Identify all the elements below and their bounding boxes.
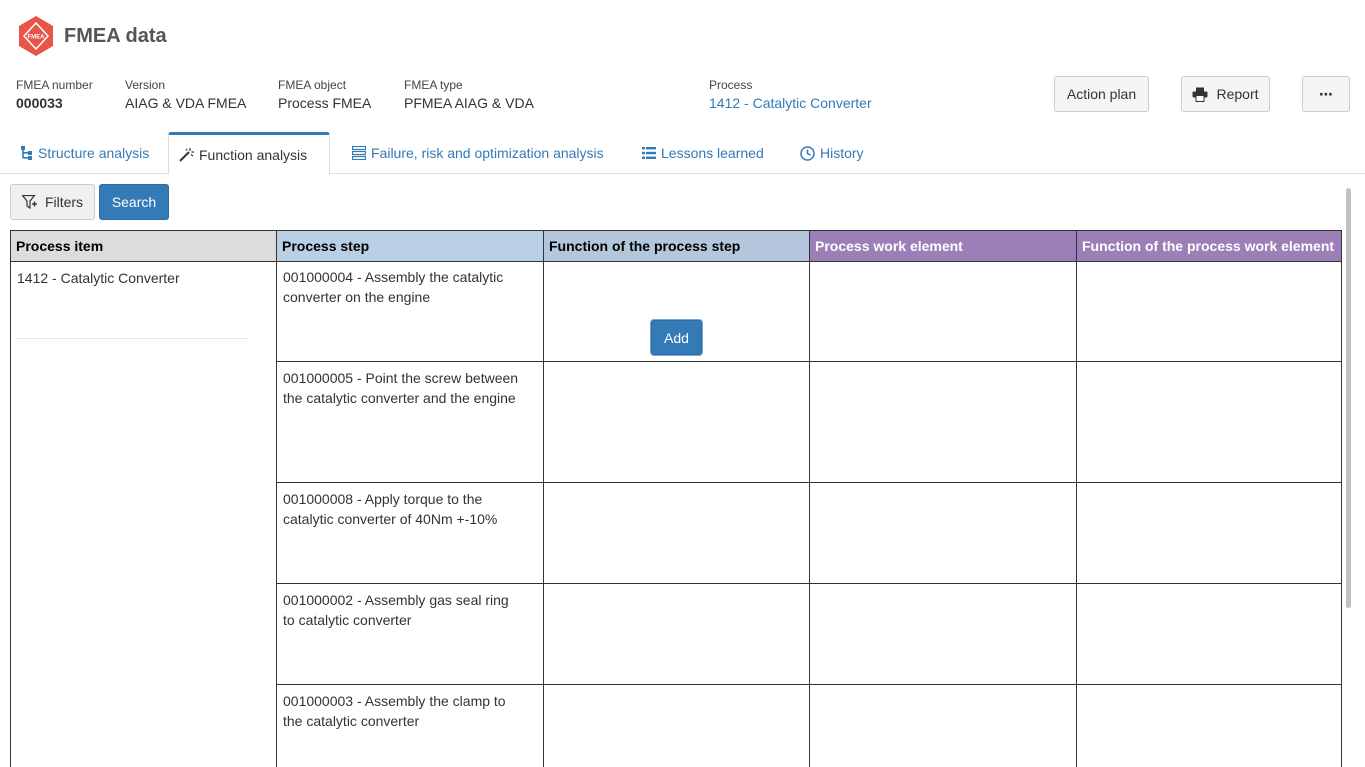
list-icon bbox=[642, 147, 656, 159]
table-row: 001000003 - Assembly the clamp to the ca… bbox=[276, 685, 1342, 767]
printer-icon bbox=[1192, 87, 1208, 102]
fmea-object-value: Process FMEA bbox=[278, 95, 372, 111]
header-process-step: Process step bbox=[276, 230, 544, 262]
filters-label: Filters bbox=[44, 194, 84, 210]
process-work-element-cell[interactable] bbox=[809, 685, 1076, 767]
version-label: Version bbox=[125, 78, 166, 92]
more-options-button[interactable]: ⋯ bbox=[1302, 76, 1350, 112]
process-work-element-cell[interactable] bbox=[809, 362, 1076, 482]
process-field: Process 1412 - Catalytic Converter bbox=[709, 78, 872, 112]
process-step-text: 001000003 - Assembly the clamp to the ca… bbox=[283, 693, 506, 729]
function-process-work-element-cell[interactable] bbox=[1076, 685, 1342, 767]
filters-button[interactable]: Filters bbox=[10, 184, 95, 220]
fmea-type-label: FMEA type bbox=[404, 78, 463, 92]
table-row: 001000008 - Apply torque to the catalyti… bbox=[276, 483, 1342, 584]
tab-label: Structure analysis bbox=[38, 145, 150, 161]
process-step-cell[interactable]: 001000004 - Assembly the catalytic conve… bbox=[276, 261, 543, 361]
function-process-work-element-cell[interactable] bbox=[1076, 584, 1342, 684]
process-step-cell[interactable]: 001000008 - Apply torque to the catalyti… bbox=[276, 483, 543, 583]
version-field: Version AIAG & VDA FMEA bbox=[125, 78, 246, 112]
function-process-work-element-cell[interactable] bbox=[1076, 483, 1342, 583]
tab-structure-analysis[interactable]: Structure analysis bbox=[10, 132, 159, 174]
function-process-step-cell[interactable] bbox=[543, 584, 810, 684]
filter-icon bbox=[21, 195, 37, 209]
table-row: 001000005 - Point the screw between the … bbox=[276, 362, 1342, 483]
page-title: FMEA data bbox=[64, 24, 167, 47]
list-grid-icon bbox=[352, 146, 366, 160]
function-process-work-element-cell[interactable] bbox=[1076, 362, 1342, 482]
header-function-process-step: Function of the process step bbox=[543, 230, 810, 262]
fmea-logo-icon: FMEA bbox=[16, 15, 56, 57]
process-step-text: 001000002 - Assembly gas seal ring to ca… bbox=[283, 592, 509, 628]
tab-label: Failure, risk and optimization analysis bbox=[371, 145, 604, 161]
structure-icon bbox=[20, 146, 33, 160]
function-analysis-grid: Process item Process step Function of th… bbox=[10, 230, 1342, 767]
fmea-number-field: FMEA number 000033 bbox=[16, 78, 93, 112]
logo-text: FMEA bbox=[28, 35, 46, 41]
fmea-type-value: PFMEA AIAG & VDA bbox=[404, 95, 534, 111]
fmea-number-value: 000033 bbox=[16, 95, 63, 111]
app-header: FMEA FMEA data bbox=[16, 15, 167, 57]
process-item-cell[interactable]: 1412 - Catalytic Converter bbox=[17, 270, 180, 286]
tab-failure-risk-optimization[interactable]: Failure, risk and optimization analysis bbox=[342, 132, 614, 174]
process-step-text: 001000008 - Apply torque to the catalyti… bbox=[283, 491, 498, 527]
function-process-work-element-cell[interactable] bbox=[1076, 261, 1342, 361]
tab-function-analysis[interactable]: Function analysis bbox=[168, 132, 330, 175]
tab-label: Function analysis bbox=[199, 146, 308, 163]
action-plan-button[interactable]: Action plan bbox=[1054, 76, 1149, 112]
add-function-button[interactable]: Add bbox=[651, 320, 702, 355]
process-item-column: 1412 - Catalytic Converter bbox=[10, 261, 277, 767]
process-step-cell[interactable]: 001000003 - Assembly the clamp to the ca… bbox=[276, 685, 543, 767]
process-step-text: 001000005 - Point the screw between the … bbox=[283, 370, 519, 406]
fmea-type-field: FMEA type PFMEA AIAG & VDA bbox=[404, 78, 534, 112]
table-row: 001000004 - Assembly the catalytic conve… bbox=[276, 261, 1342, 362]
header-function-process-work-element: Function of the process work element bbox=[1076, 230, 1342, 262]
vertical-scrollbar[interactable] bbox=[1346, 188, 1351, 608]
function-process-step-cell[interactable]: Add bbox=[543, 261, 810, 361]
process-work-element-cell[interactable] bbox=[809, 483, 1076, 583]
process-link[interactable]: 1412 - Catalytic Converter bbox=[709, 94, 872, 112]
fmea-object-label: FMEA object bbox=[278, 78, 347, 92]
wand-icon bbox=[179, 147, 194, 162]
process-label: Process bbox=[709, 78, 753, 92]
tab-label: Lessons learned bbox=[661, 145, 764, 161]
tab-lessons-learned[interactable]: Lessons learned bbox=[632, 132, 774, 174]
process-work-element-cell[interactable] bbox=[809, 261, 1076, 361]
clock-icon bbox=[800, 145, 815, 161]
process-step-text: 001000004 - Assembly the catalytic conve… bbox=[283, 269, 504, 305]
report-button[interactable]: Report bbox=[1181, 76, 1270, 112]
process-step-cell[interactable]: 001000002 - Assembly gas seal ring to ca… bbox=[276, 584, 543, 684]
report-label: Report bbox=[1216, 86, 1259, 102]
function-process-step-cell[interactable] bbox=[543, 483, 810, 583]
version-value: AIAG & VDA FMEA bbox=[125, 95, 247, 111]
divider bbox=[17, 338, 247, 339]
process-work-element-cell[interactable] bbox=[809, 584, 1076, 684]
tab-label: History bbox=[820, 145, 864, 161]
fmea-object-field: FMEA object Process FMEA bbox=[278, 78, 371, 112]
header-process-item: Process item bbox=[10, 230, 277, 262]
process-step-cell[interactable]: 001000005 - Point the screw between the … bbox=[276, 362, 543, 482]
search-button[interactable]: Search bbox=[99, 184, 169, 220]
function-process-step-cell[interactable] bbox=[543, 685, 810, 767]
function-process-step-cell[interactable] bbox=[543, 362, 810, 482]
table-row: 001000002 - Assembly gas seal ring to ca… bbox=[276, 584, 1342, 685]
fmea-number-label: FMEA number bbox=[16, 78, 93, 92]
tab-bar: Structure analysis Function analysis Fai… bbox=[0, 132, 1365, 175]
tab-history[interactable]: History bbox=[790, 132, 874, 174]
header-process-work-element: Process work element bbox=[809, 230, 1077, 262]
